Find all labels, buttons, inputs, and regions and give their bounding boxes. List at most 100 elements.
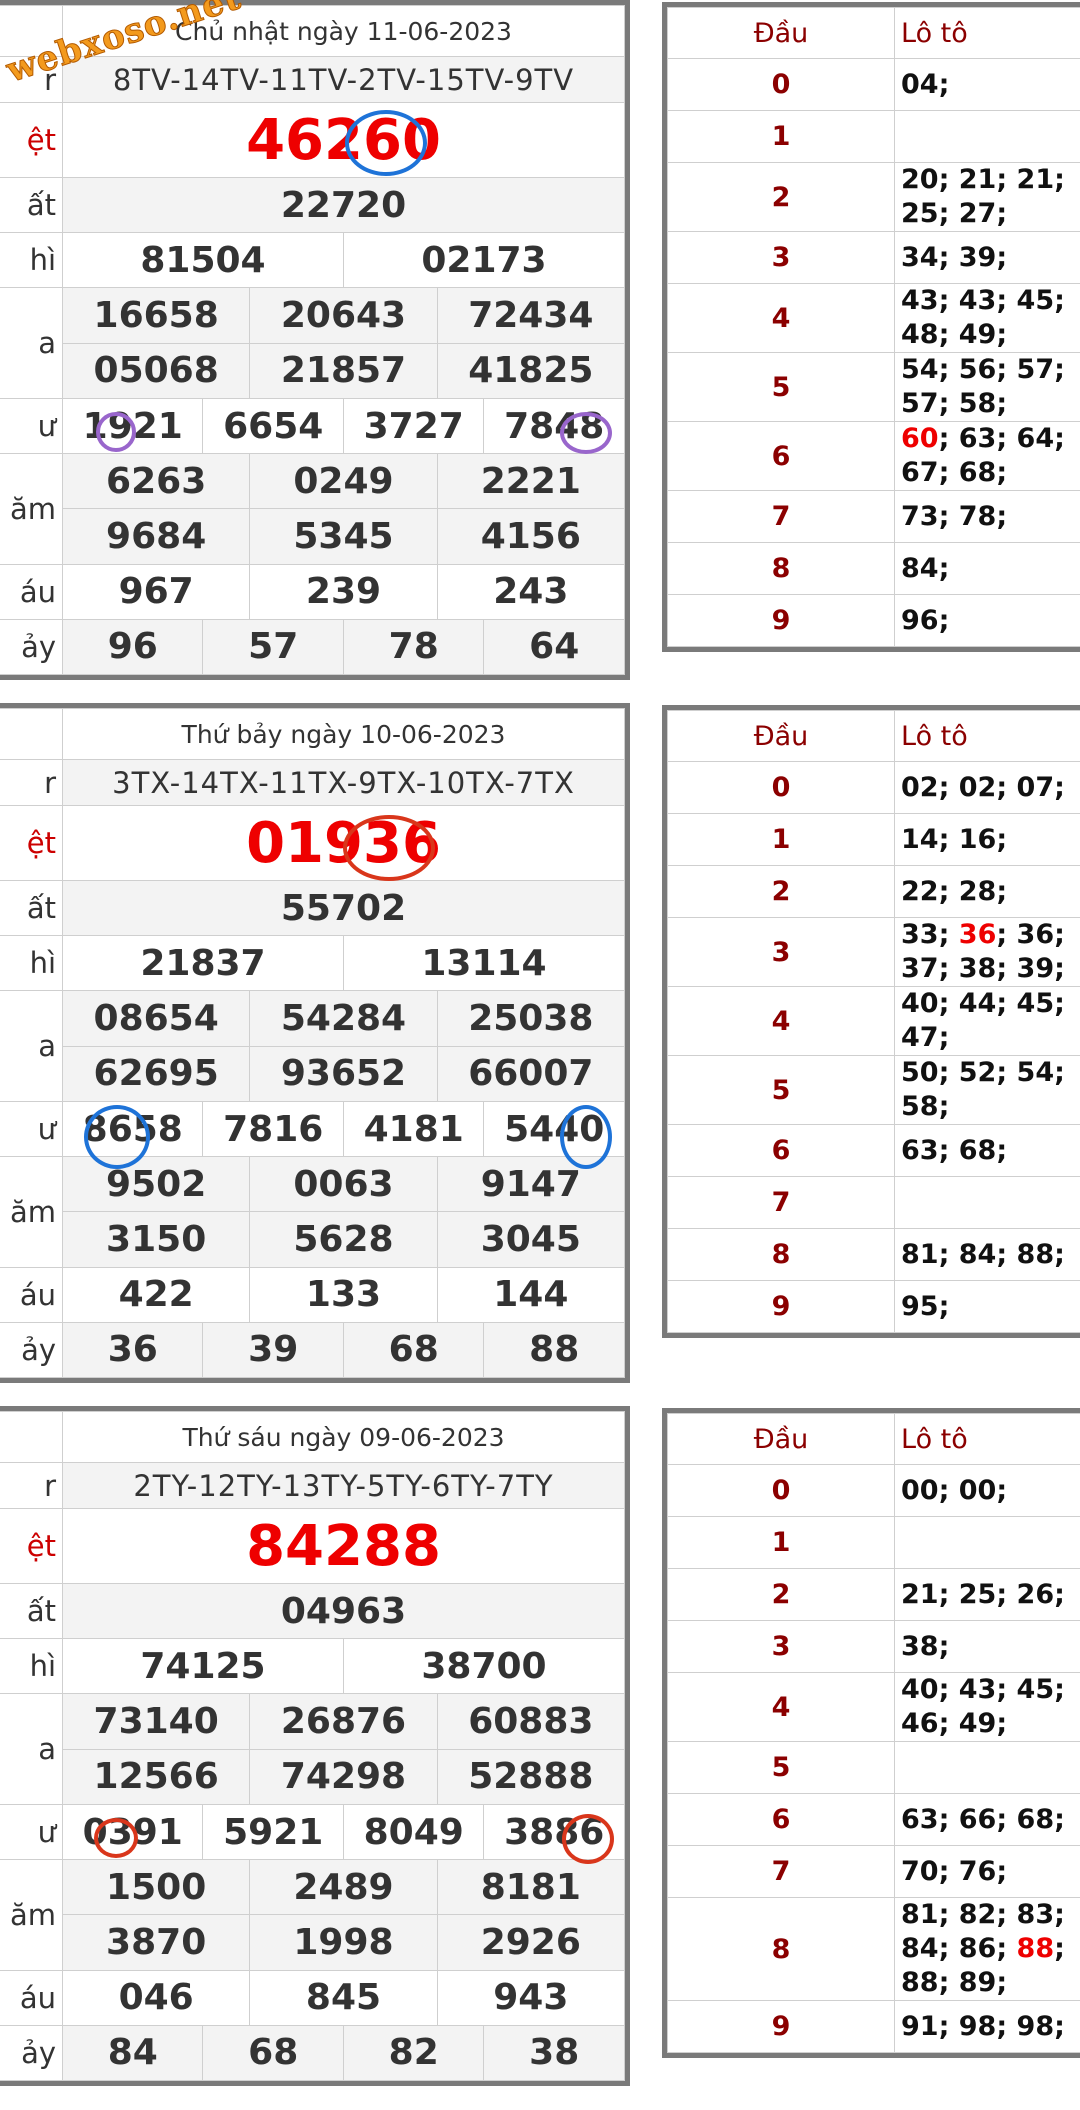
sixth-prize-value: 239 <box>249 563 438 620</box>
loto-row: 5 54; 56; 57; 57; 58; <box>667 352 1080 422</box>
date-label-spacer <box>0 708 63 760</box>
loto-value-text: 40; 43; 45; 46; 49; <box>901 1674 1065 1739</box>
special-prize: 84288 <box>62 1508 625 1585</box>
dau-digit: 4 <box>667 1672 895 1742</box>
second-prize-value: 38700 <box>342 1638 626 1695</box>
loto-highlight: 60 <box>901 423 939 454</box>
third-prize-value: 93652 <box>249 1045 438 1102</box>
loto-row: 2 22; 28; <box>667 865 1080 918</box>
fourth-prize-value: 3886 <box>483 1803 625 1861</box>
sixth-prize-value: 422 <box>61 1266 251 1323</box>
loto-row: 6 63; 66; 68; <box>667 1793 1080 1846</box>
date-label-spacer <box>0 1411 63 1463</box>
third-prize-value: 62695 <box>61 1045 251 1102</box>
loto-values: 70; 76; <box>894 1845 1080 1898</box>
fifth-prize-value: 9502 <box>61 1156 251 1213</box>
loto-values: 43; 43; 45; 48; 49; <box>894 283 1080 353</box>
prize-label: ất <box>0 880 63 937</box>
loto-prefix: 33; <box>901 919 959 950</box>
loto-value-text: 34; 39; <box>901 241 1008 273</box>
loto-values: 60; 63; 64; 67; 68; <box>894 421 1080 491</box>
prize-label: áu <box>0 563 63 620</box>
dau-digit: 8 <box>667 1897 895 2001</box>
fourth-prize-value: 3727 <box>342 397 485 455</box>
loto-values: 91; 98; 98; <box>894 2000 1080 2053</box>
loto-values: 54; 56; 57; 57; 58; <box>894 352 1080 422</box>
loto-row: 9 91; 98; 98; <box>667 2000 1080 2053</box>
loto-values: 02; 02; 07; <box>894 761 1080 814</box>
draw-block: Chủ nhật ngày 11-06-2023 r 8TV-14TV-11TV-2… <box>0 0 1080 690</box>
fifth-prize-value: 3045 <box>436 1211 626 1268</box>
prize-label: áu <box>0 1969 63 2026</box>
third-prize-value: 54284 <box>249 990 438 1047</box>
fifth-prize-value: 4156 <box>436 508 626 565</box>
seventh-prize-value: 68 <box>202 2024 344 2082</box>
loto-values <box>894 1516 1080 1569</box>
fourth-prize-value: 1921 <box>61 397 204 455</box>
loto-values: 73; 78; <box>894 490 1080 543</box>
fourth-prize-value: 6654 <box>202 397 344 455</box>
prize-label: ăm <box>0 1156 63 1268</box>
loto-value-text: 43; 43; 45; 48; 49; <box>901 285 1065 350</box>
fifth-prize-value: 1998 <box>249 1914 438 1971</box>
dau-header: Đầu <box>667 7 895 59</box>
fifth-prize-value: 2926 <box>436 1914 626 1971</box>
prize-label: ảy <box>0 1321 63 1379</box>
dau-digit: 6 <box>667 1124 895 1177</box>
dau-digit: 2 <box>667 865 895 918</box>
seventh-prize-value: 82 <box>342 2024 485 2082</box>
loto-row: 1 14; 16; <box>667 813 1080 866</box>
loto-values <box>894 1741 1080 1794</box>
fourth-prize-value: 8049 <box>342 1803 485 1861</box>
third-prize-value: 08654 <box>61 990 251 1047</box>
fourth-prize-value: 4181 <box>342 1100 485 1158</box>
loto-values: 38; <box>894 1620 1080 1673</box>
seventh-prize-value: 64 <box>483 618 625 676</box>
sixth-prize-value: 943 <box>436 1969 626 2026</box>
fourth-prize-value: 5440 <box>483 1100 625 1158</box>
third-prize-value: 16658 <box>61 287 251 344</box>
draw-date: Thứ sáu ngày 09-06-2023 <box>62 1411 625 1463</box>
dau-digit: 7 <box>667 1176 895 1229</box>
loto-values: 14; 16; <box>894 813 1080 866</box>
prize-label: ư <box>0 1100 63 1158</box>
dau-digit: 5 <box>667 1055 895 1125</box>
dau-digit: 0 <box>667 1464 895 1517</box>
loto-row: 2 20; 21; 21; 25; 27; <box>667 162 1080 232</box>
loto-value-text: 70; 76; <box>901 1855 1008 1887</box>
fifth-prize-value: 5628 <box>249 1211 438 1268</box>
loto-table: Đầu Lô tô 0 02; 02; 07; 1 14; 16; 2 22; 28; 3 33;… <box>662 705 1080 1338</box>
fourth-prize-value: 8658 <box>61 1100 204 1158</box>
loto-values: 63; 68; <box>894 1124 1080 1177</box>
draw-code: 2TY-12TY-13TY-5TY-6TY-7TY <box>62 1461 625 1510</box>
loto-row: 2 21; 25; 26; <box>667 1568 1080 1621</box>
fifth-prize-value: 3150 <box>61 1211 251 1268</box>
prize-label: r <box>0 1461 63 1510</box>
loto-row: 9 96; <box>667 594 1080 647</box>
loto-values: 81; 84; 88; <box>894 1228 1080 1281</box>
loto-highlight: 88 <box>1016 1933 1055 1964</box>
dau-digit: 4 <box>667 986 895 1056</box>
seventh-prize-value: 88 <box>483 1321 625 1379</box>
loto-highlight: 36 <box>958 919 997 950</box>
dau-digit: 0 <box>667 761 895 814</box>
fifth-prize-value: 0249 <box>249 453 438 510</box>
loto-values: 95; <box>894 1280 1080 1333</box>
prize-label: ăm <box>0 453 63 565</box>
dau-digit: 2 <box>667 162 895 232</box>
dau-digit: 9 <box>667 1280 895 1333</box>
prize-label: a <box>0 990 63 1102</box>
loto-values: 40; 43; 45; 46; 49; <box>894 1672 1080 1742</box>
dau-digit: 2 <box>667 1568 895 1621</box>
third-prize-value: 20643 <box>249 287 438 344</box>
loto-row: 9 95; <box>667 1280 1080 1333</box>
dau-digit: 0 <box>667 58 895 111</box>
dau-digit: 1 <box>667 110 895 163</box>
first-prize: 55702 <box>62 880 625 937</box>
fifth-prize-value: 3870 <box>61 1914 251 1971</box>
third-prize-value: 52888 <box>436 1748 626 1805</box>
loto-row: 4 40; 44; 45; 47; <box>667 986 1080 1056</box>
second-prize-value: 21837 <box>62 935 344 992</box>
loto-value-text: 84; <box>901 552 950 584</box>
first-prize: 04963 <box>62 1583 625 1640</box>
